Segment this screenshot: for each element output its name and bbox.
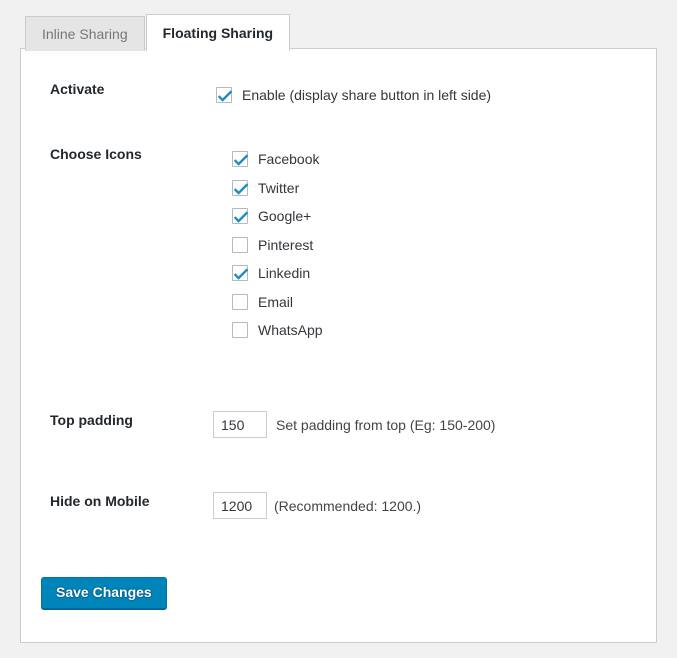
save-changes-button[interactable]: Save Changes: [41, 577, 167, 609]
icon-option-whatsapp[interactable]: WhatsApp: [232, 316, 610, 344]
settings-panel: Activate Enable (display share button in…: [20, 48, 657, 643]
settings-form: Activate Enable (display share button in…: [21, 49, 656, 642]
activate-label: Activate: [50, 81, 105, 97]
icon-option-pinterest[interactable]: Pinterest: [232, 231, 610, 259]
top-padding-hint: Set padding from top (Eg: 150-200): [276, 416, 496, 433]
top-padding-input-line: Set padding from top (Eg: 150-200): [213, 411, 610, 438]
googleplus-checkbox[interactable]: [232, 208, 249, 224]
icon-option-googleplus[interactable]: Google+: [232, 202, 610, 230]
email-label[interactable]: Email: [258, 295, 293, 309]
icons-checkbox-list: Facebook Twitter Google+ Pinterest Linke…: [232, 145, 610, 344]
whatsapp-label[interactable]: WhatsApp: [258, 323, 323, 337]
enable-checkbox-label[interactable]: Enable (display share button in left sid…: [242, 88, 491, 102]
activate-field: Enable (display share button in left sid…: [195, 80, 610, 109]
row-hide-on-mobile: Hide on Mobile (Recommended: 1200.): [50, 492, 610, 519]
top-padding-input[interactable]: [213, 411, 267, 438]
twitter-label[interactable]: Twitter: [258, 181, 299, 195]
row-activate: Activate Enable (display share button in…: [50, 80, 610, 109]
tab-floating-sharing[interactable]: Floating Sharing: [145, 14, 291, 52]
enable-checkbox-row[interactable]: Enable (display share button in left sid…: [216, 81, 610, 109]
hide-on-mobile-label: Hide on Mobile: [50, 493, 150, 509]
choose-icons-field: Facebook Twitter Google+ Pinterest Linke…: [195, 145, 610, 344]
icon-option-twitter[interactable]: Twitter: [232, 174, 610, 202]
whatsapp-checkbox[interactable]: [232, 322, 248, 338]
tab-floating-sharing-label: Floating Sharing: [162, 25, 274, 41]
googleplus-label[interactable]: Google+: [258, 209, 311, 223]
linkedin-label[interactable]: Linkedin: [258, 266, 310, 280]
icon-option-linkedin[interactable]: Linkedin: [232, 259, 610, 287]
save-button-wrap: Save Changes: [41, 577, 167, 609]
top-padding-field: Set padding from top (Eg: 150-200): [195, 411, 610, 438]
hide-on-mobile-input-line: (Recommended: 1200.): [213, 492, 610, 519]
choose-icons-label: Choose Icons: [50, 146, 142, 162]
tab-strip: Inline Sharing Floating Sharing: [25, 14, 291, 52]
settings-screen: Inline Sharing Floating Sharing Activate…: [0, 0, 677, 658]
row-top-padding: Top padding Set padding from top (Eg: 15…: [50, 411, 610, 438]
enable-checkbox[interactable]: [216, 87, 233, 103]
row-choose-icons: Choose Icons Facebook Twitter Google+ Pi…: [50, 145, 610, 344]
linkedin-checkbox[interactable]: [232, 265, 249, 281]
pinterest-label[interactable]: Pinterest: [258, 238, 313, 252]
hide-on-mobile-field: (Recommended: 1200.): [195, 492, 610, 519]
email-checkbox[interactable]: [232, 293, 248, 310]
tab-inline-sharing[interactable]: Inline Sharing: [25, 16, 145, 51]
facebook-label[interactable]: Facebook: [258, 152, 319, 166]
icon-option-facebook[interactable]: Facebook: [232, 145, 610, 173]
twitter-checkbox[interactable]: [232, 179, 249, 196]
facebook-checkbox[interactable]: [232, 151, 249, 167]
hide-on-mobile-input[interactable]: [213, 492, 267, 519]
top-padding-label: Top padding: [50, 412, 133, 428]
tab-inline-sharing-label: Inline Sharing: [42, 26, 128, 42]
hide-on-mobile-hint: (Recommended: 1200.): [274, 497, 422, 514]
pinterest-checkbox[interactable]: [232, 236, 248, 253]
icon-option-email[interactable]: Email: [232, 288, 610, 316]
